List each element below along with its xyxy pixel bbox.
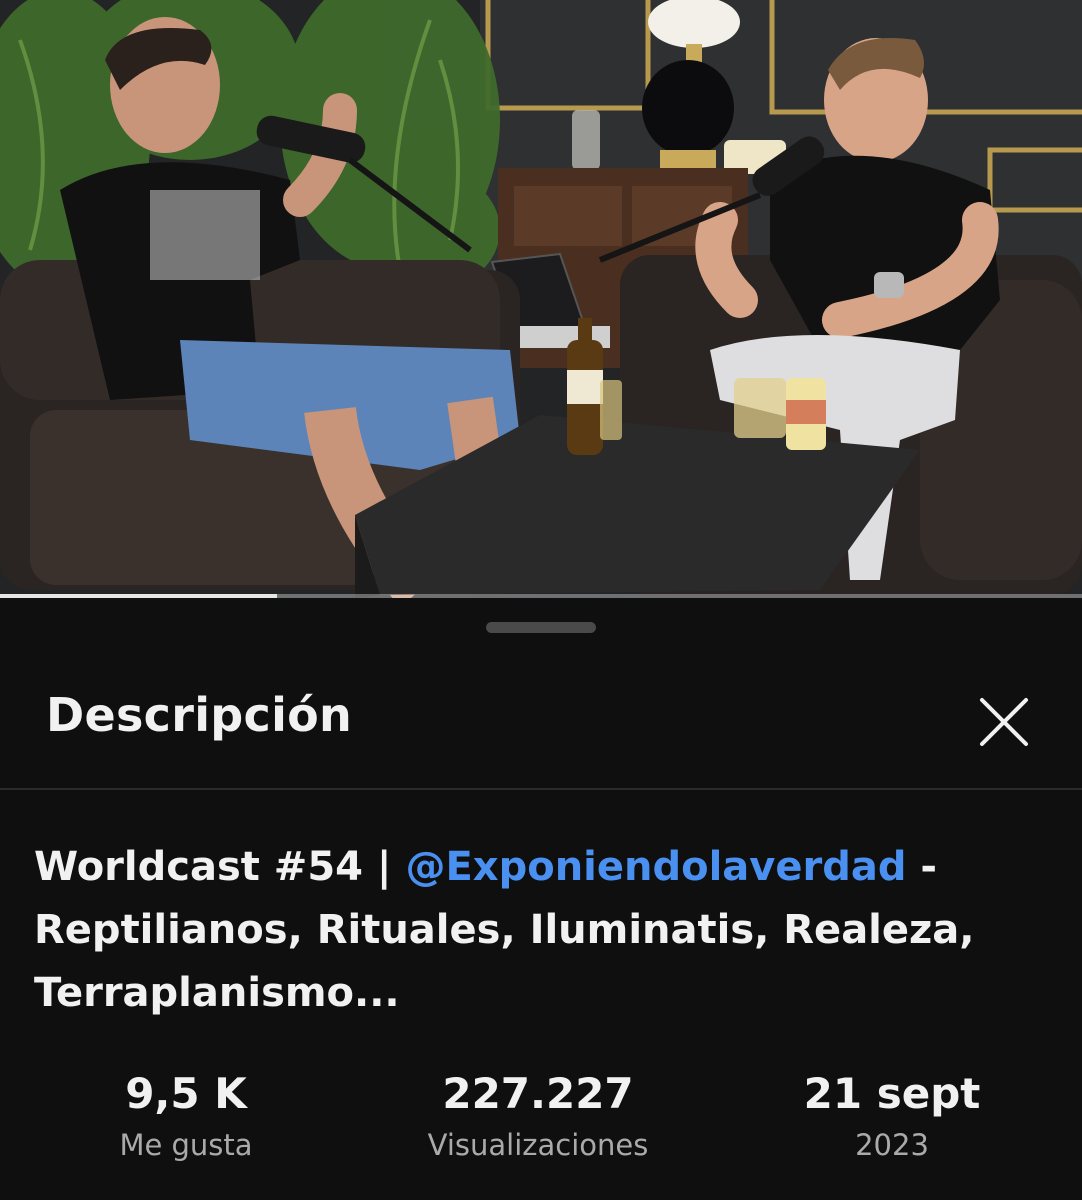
date-stat: 21 sept 2023 bbox=[712, 1066, 1072, 1166]
video-title-prefix: Worldcast #54 | bbox=[34, 844, 406, 890]
likes-stat: 9,5 K Me gusta bbox=[6, 1066, 366, 1166]
close-icon bbox=[980, 698, 1028, 746]
publish-year: 2023 bbox=[855, 1128, 929, 1162]
likes-count: 9,5 K bbox=[125, 1069, 247, 1118]
views-stat: 227.227 Visualizaciones bbox=[358, 1066, 718, 1166]
views-label: Visualizaciones bbox=[427, 1128, 649, 1162]
divider bbox=[0, 788, 1082, 790]
video-frame bbox=[0, 0, 1082, 598]
stats-row: 9,5 K Me gusta 227.227 Visualizaciones 2… bbox=[0, 1066, 1082, 1176]
close-button[interactable] bbox=[972, 690, 1036, 754]
sheet-title: Descripción bbox=[46, 688, 353, 742]
publish-date: 21 sept bbox=[803, 1069, 981, 1118]
likes-label: Me gusta bbox=[119, 1128, 253, 1162]
video-player[interactable] bbox=[0, 0, 1082, 598]
description-sheet: Descripción Worldcast #54 | @Exponiendol… bbox=[0, 598, 1082, 1200]
video-title: Worldcast #54 | @Exponiendolaverdad - Re… bbox=[34, 836, 1044, 1025]
channel-mention-link[interactable]: @Exponiendolaverdad bbox=[405, 844, 906, 890]
drag-handle[interactable] bbox=[486, 622, 596, 633]
views-count: 227.227 bbox=[442, 1069, 634, 1118]
